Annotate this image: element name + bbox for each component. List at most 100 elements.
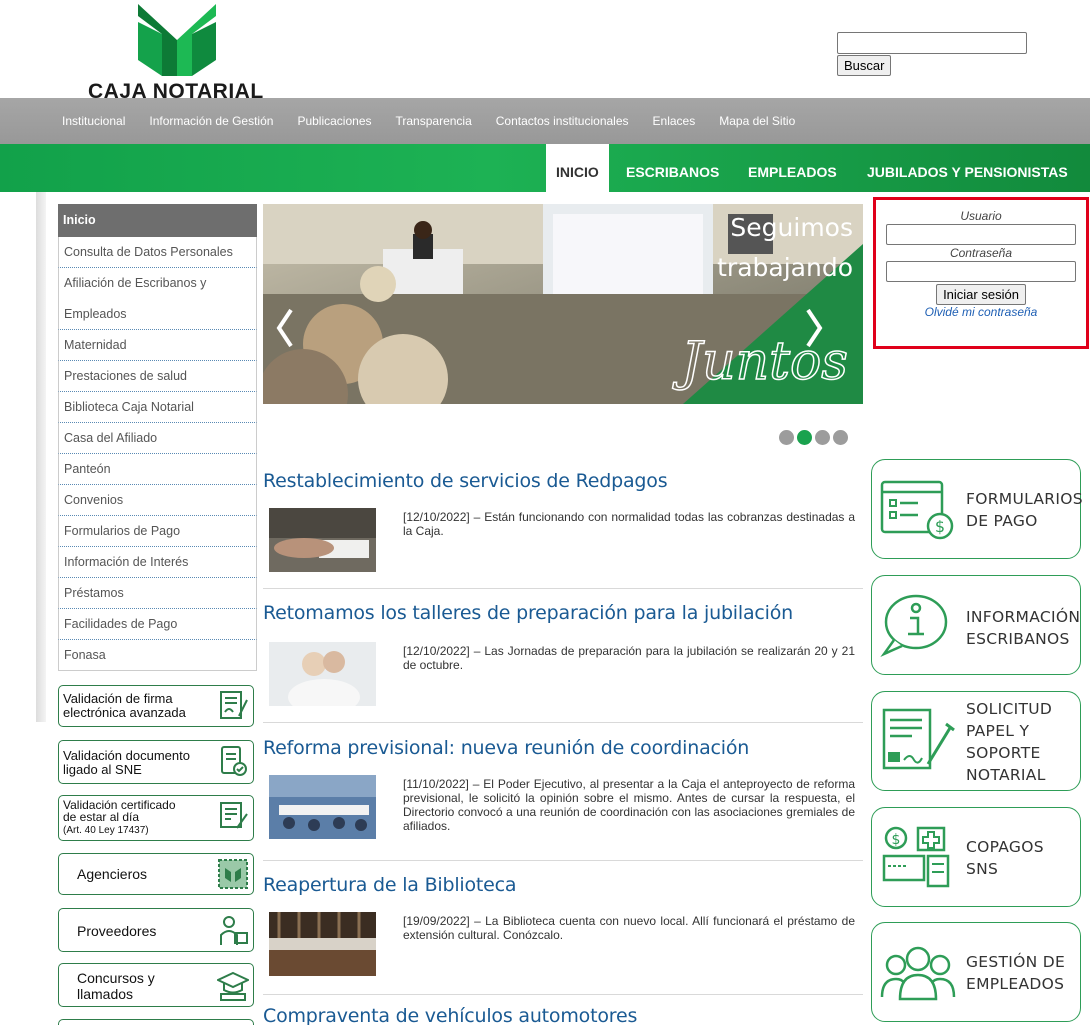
sidebar-item-convenios[interactable]: Convenios: [58, 485, 257, 516]
concursos-line1: Concursos y: [77, 970, 155, 986]
news-divider: [263, 588, 863, 589]
sidebar-item-facilidades[interactable]: Facilidades de Pago: [58, 609, 257, 640]
carousel-dot-1[interactable]: [779, 430, 794, 445]
solicitud-line3: SOPORTE: [966, 744, 1041, 762]
certificate-icon: [220, 802, 248, 829]
contrasena-input[interactable]: [886, 261, 1076, 282]
topnav-item-mapa[interactable]: Mapa del Sitio: [719, 114, 795, 128]
carousel-dot-3[interactable]: [815, 430, 830, 445]
formularios-de-pago-card[interactable]: $ FORMULARIOS DE PAGO: [871, 459, 1083, 559]
informacion-line1: INFORMACIÓN: [966, 608, 1081, 626]
search-input[interactable]: [837, 32, 1027, 54]
news-thumbnail[interactable]: [269, 508, 376, 572]
validacion-certificado-line2: de estar al día: [63, 810, 140, 824]
carousel-dot-4[interactable]: [833, 430, 848, 445]
news-title[interactable]: Compraventa de vehículos automotores: [263, 1005, 863, 1025]
sidebar-item-afiliacion[interactable]: Afiliación de Escribanos y: [58, 268, 257, 299]
sidebar-menu: Inicio Consulta de Datos Personales Afil…: [58, 204, 257, 671]
tab-inicio[interactable]: INICIO: [546, 144, 609, 192]
tab-jubilados[interactable]: JUBILADOS Y PENSIONISTAS: [867, 144, 1068, 192]
sidebar-item-afiliacion-cont[interactable]: Empleados: [58, 299, 257, 330]
svg-text:$: $: [892, 832, 901, 848]
carousel-indicators: [779, 430, 848, 445]
iniciar-sesion-button[interactable]: Iniciar sesión: [936, 284, 1026, 305]
news-item: Retomamos los talleres de preparación pa…: [263, 602, 863, 723]
sidebar-item-panteon[interactable]: Panteón: [58, 454, 257, 485]
document-check-icon: [221, 746, 247, 776]
signature-document-icon: [220, 691, 248, 719]
sidebar-item-formularios[interactable]: Formularios de Pago: [58, 516, 257, 547]
sidebar-item-maternidad[interactable]: Maternidad: [58, 330, 257, 361]
validacion-documento-line2: ligado al SNE: [63, 762, 142, 777]
topnav-item-publicaciones[interactable]: Publicaciones: [297, 114, 371, 128]
svg-text:$: $: [935, 517, 945, 536]
notarial-paper-icon: [882, 708, 955, 770]
solicitud-line4: NOTARIAL: [966, 766, 1046, 784]
sidebar-item-informacion[interactable]: Información de Interés: [58, 547, 257, 578]
agencieros-button[interactable]: Agencieros: [58, 853, 254, 895]
news-summary: [11/10/2022] – El Poder Ejecutivo, al pr…: [403, 777, 855, 833]
tab-escribanos[interactable]: ESCRIBANOS: [626, 144, 719, 192]
formularios-line1: FORMULARIOS: [966, 490, 1083, 508]
news-divider: [263, 860, 863, 861]
formularios-line2: DE PAGO: [966, 512, 1038, 530]
carousel-slide-image: Seguimos trabajando Juntos: [263, 204, 863, 404]
news-title[interactable]: Reforma previsional: nueva reunión de co…: [263, 737, 863, 759]
topnav-item-transparencia[interactable]: Transparencia: [396, 114, 472, 128]
news-divider: [263, 722, 863, 723]
left-shade: [36, 192, 46, 722]
topnav-item-enlaces[interactable]: Enlaces: [653, 114, 696, 128]
forgot-password-link[interactable]: Olvidé mi contraseña: [876, 305, 1086, 319]
proveedores-button[interactable]: Proveedores: [58, 908, 254, 952]
news-thumbnail[interactable]: [269, 912, 376, 976]
solicitud-papel-card[interactable]: SOLICITUD PAPEL Y SOPORTE NOTARIAL: [871, 691, 1081, 791]
concursos-button[interactable]: Concursos y llamados: [58, 963, 254, 1007]
news-thumbnail[interactable]: [269, 642, 376, 706]
news-summary: [12/10/2022] – Las Jornadas de preparaci…: [403, 644, 855, 672]
carousel-dot-2[interactable]: [797, 430, 812, 445]
validacion-firma-line1: Validación de firma: [63, 691, 173, 706]
informacion-escribanos-card[interactable]: INFORMACIÓN ESCRIBANOS: [871, 575, 1081, 675]
health-copay-icon: $: [882, 826, 950, 888]
usuario-label: Usuario: [960, 209, 1002, 223]
sidebar-item-casa-afiliado[interactable]: Casa del Afiliado: [58, 423, 257, 454]
search-button[interactable]: Buscar: [837, 55, 892, 76]
gestion-line1: GESTIÓN DE: [966, 953, 1066, 971]
sidebar-extra-button[interactable]: [58, 1019, 254, 1025]
main-navigation: INICIO ESCRIBANOS EMPLEADOS JUBILADOS Y …: [0, 144, 1090, 192]
news-summary: [12/10/2022] – Están funcionando con nor…: [403, 510, 855, 538]
contrasena-label: Contraseña: [949, 246, 1013, 260]
news-title[interactable]: Restablecimiento de servicios de Redpago…: [263, 470, 863, 492]
supplier-icon: [220, 916, 248, 945]
sidebar-item-biblioteca[interactable]: Biblioteca Caja Notarial: [58, 392, 257, 423]
news-thumbnail[interactable]: [269, 775, 376, 839]
carousel-script-text: Juntos: [672, 332, 848, 392]
sidebar-item-consulta[interactable]: Consulta de Datos Personales: [58, 237, 257, 268]
topnav-item-contactos[interactable]: Contactos institucionales: [496, 114, 629, 128]
news-title[interactable]: Reapertura de la Biblioteca: [263, 874, 863, 896]
news-item: Reapertura de la Biblioteca [19/09/2022]…: [263, 874, 863, 995]
tab-empleados[interactable]: EMPLEADOS: [748, 144, 837, 192]
logo-mark-icon: [138, 4, 216, 76]
news-title[interactable]: Retomamos los talleres de preparación pa…: [263, 602, 863, 624]
usuario-input[interactable]: [886, 224, 1076, 245]
validacion-firma-button[interactable]: Validación de firma electrónica avanzada: [58, 685, 254, 727]
sidebar-item-inicio[interactable]: Inicio: [58, 204, 257, 237]
validacion-documento-button[interactable]: Validación documento ligado al SNE: [58, 740, 254, 784]
validacion-certificado-button[interactable]: Validación certificado de estar al día (Ar…: [58, 795, 254, 841]
topnav-item-gestion[interactable]: Información de Gestión: [149, 114, 273, 128]
caja-notarial-logo[interactable]: CAJA NOTARIAL: [86, 4, 276, 103]
news-carousel[interactable]: Seguimos trabajando Juntos: [263, 204, 863, 404]
sidebar-item-prestaciones[interactable]: Prestaciones de salud: [58, 361, 257, 392]
gestion-line2: EMPLEADOS: [966, 975, 1065, 993]
copagos-sns-card[interactable]: $ COPAGOS SNS: [871, 807, 1081, 907]
informacion-line2: ESCRIBANOS: [966, 630, 1070, 648]
news-item: Restablecimiento de servicios de Redpago…: [263, 470, 863, 589]
sidebar-item-prestamos[interactable]: Préstamos: [58, 578, 257, 609]
info-bubble-icon: [880, 594, 948, 658]
graduation-cap-icon: [217, 971, 249, 1001]
sidebar-item-fonasa[interactable]: Fonasa: [58, 640, 257, 671]
topnav-item-institucional[interactable]: Institucional: [62, 114, 125, 128]
gestion-empleados-card[interactable]: GESTIÓN DE EMPLEADOS: [871, 922, 1081, 1022]
concursos-line2: llamados: [77, 986, 134, 1002]
